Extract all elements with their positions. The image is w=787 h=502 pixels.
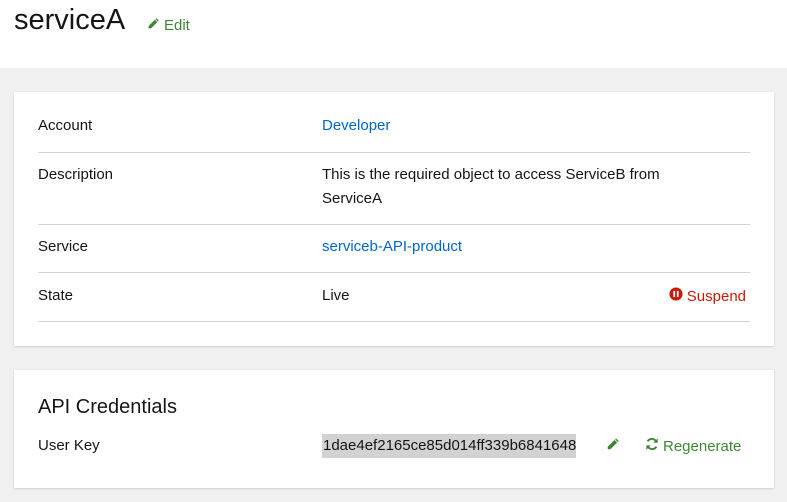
refresh-icon bbox=[645, 435, 659, 459]
service-label: Service bbox=[38, 238, 89, 255]
regenerate-button[interactable]: Regenerate bbox=[645, 435, 741, 459]
account-row: Account Developer bbox=[38, 104, 750, 153]
edit-button[interactable]: Edit bbox=[147, 16, 190, 36]
page-header: serviceA Edit bbox=[0, 0, 787, 68]
account-link[interactable]: Developer bbox=[322, 114, 702, 138]
pencil-icon[interactable] bbox=[606, 437, 620, 456]
description-row: Description This is the required object … bbox=[38, 153, 750, 225]
regenerate-label: Regenerate bbox=[663, 438, 742, 455]
account-label: Account bbox=[38, 117, 93, 134]
suspend-button[interactable]: Suspend bbox=[669, 285, 746, 309]
edit-label: Edit bbox=[164, 17, 190, 34]
credentials-card: API Credentials User Key 1dae4ef2165ce85… bbox=[14, 370, 774, 488]
state-label: State bbox=[38, 287, 74, 304]
suspend-label: Suspend bbox=[686, 288, 746, 305]
pause-circle-icon bbox=[669, 285, 683, 309]
pencil-icon bbox=[147, 16, 160, 36]
credentials-title: API Credentials bbox=[38, 396, 177, 418]
state-row: State Live Suspend bbox=[38, 273, 750, 322]
details-card: Account Developer Description This is th… bbox=[14, 92, 774, 346]
description-value: This is the required object to access Se… bbox=[322, 166, 660, 207]
service-link[interactable]: serviceb-API-product bbox=[322, 235, 702, 259]
description-label: Description bbox=[38, 166, 114, 183]
user-key-value[interactable]: 1dae4ef2165ce85d014ff339b6841648 bbox=[322, 434, 577, 458]
service-row: Service serviceb-API-product bbox=[38, 225, 750, 273]
state-value: Live bbox=[322, 287, 350, 304]
user-key-label: User Key bbox=[38, 437, 100, 454]
page-title: serviceA bbox=[14, 4, 126, 36]
